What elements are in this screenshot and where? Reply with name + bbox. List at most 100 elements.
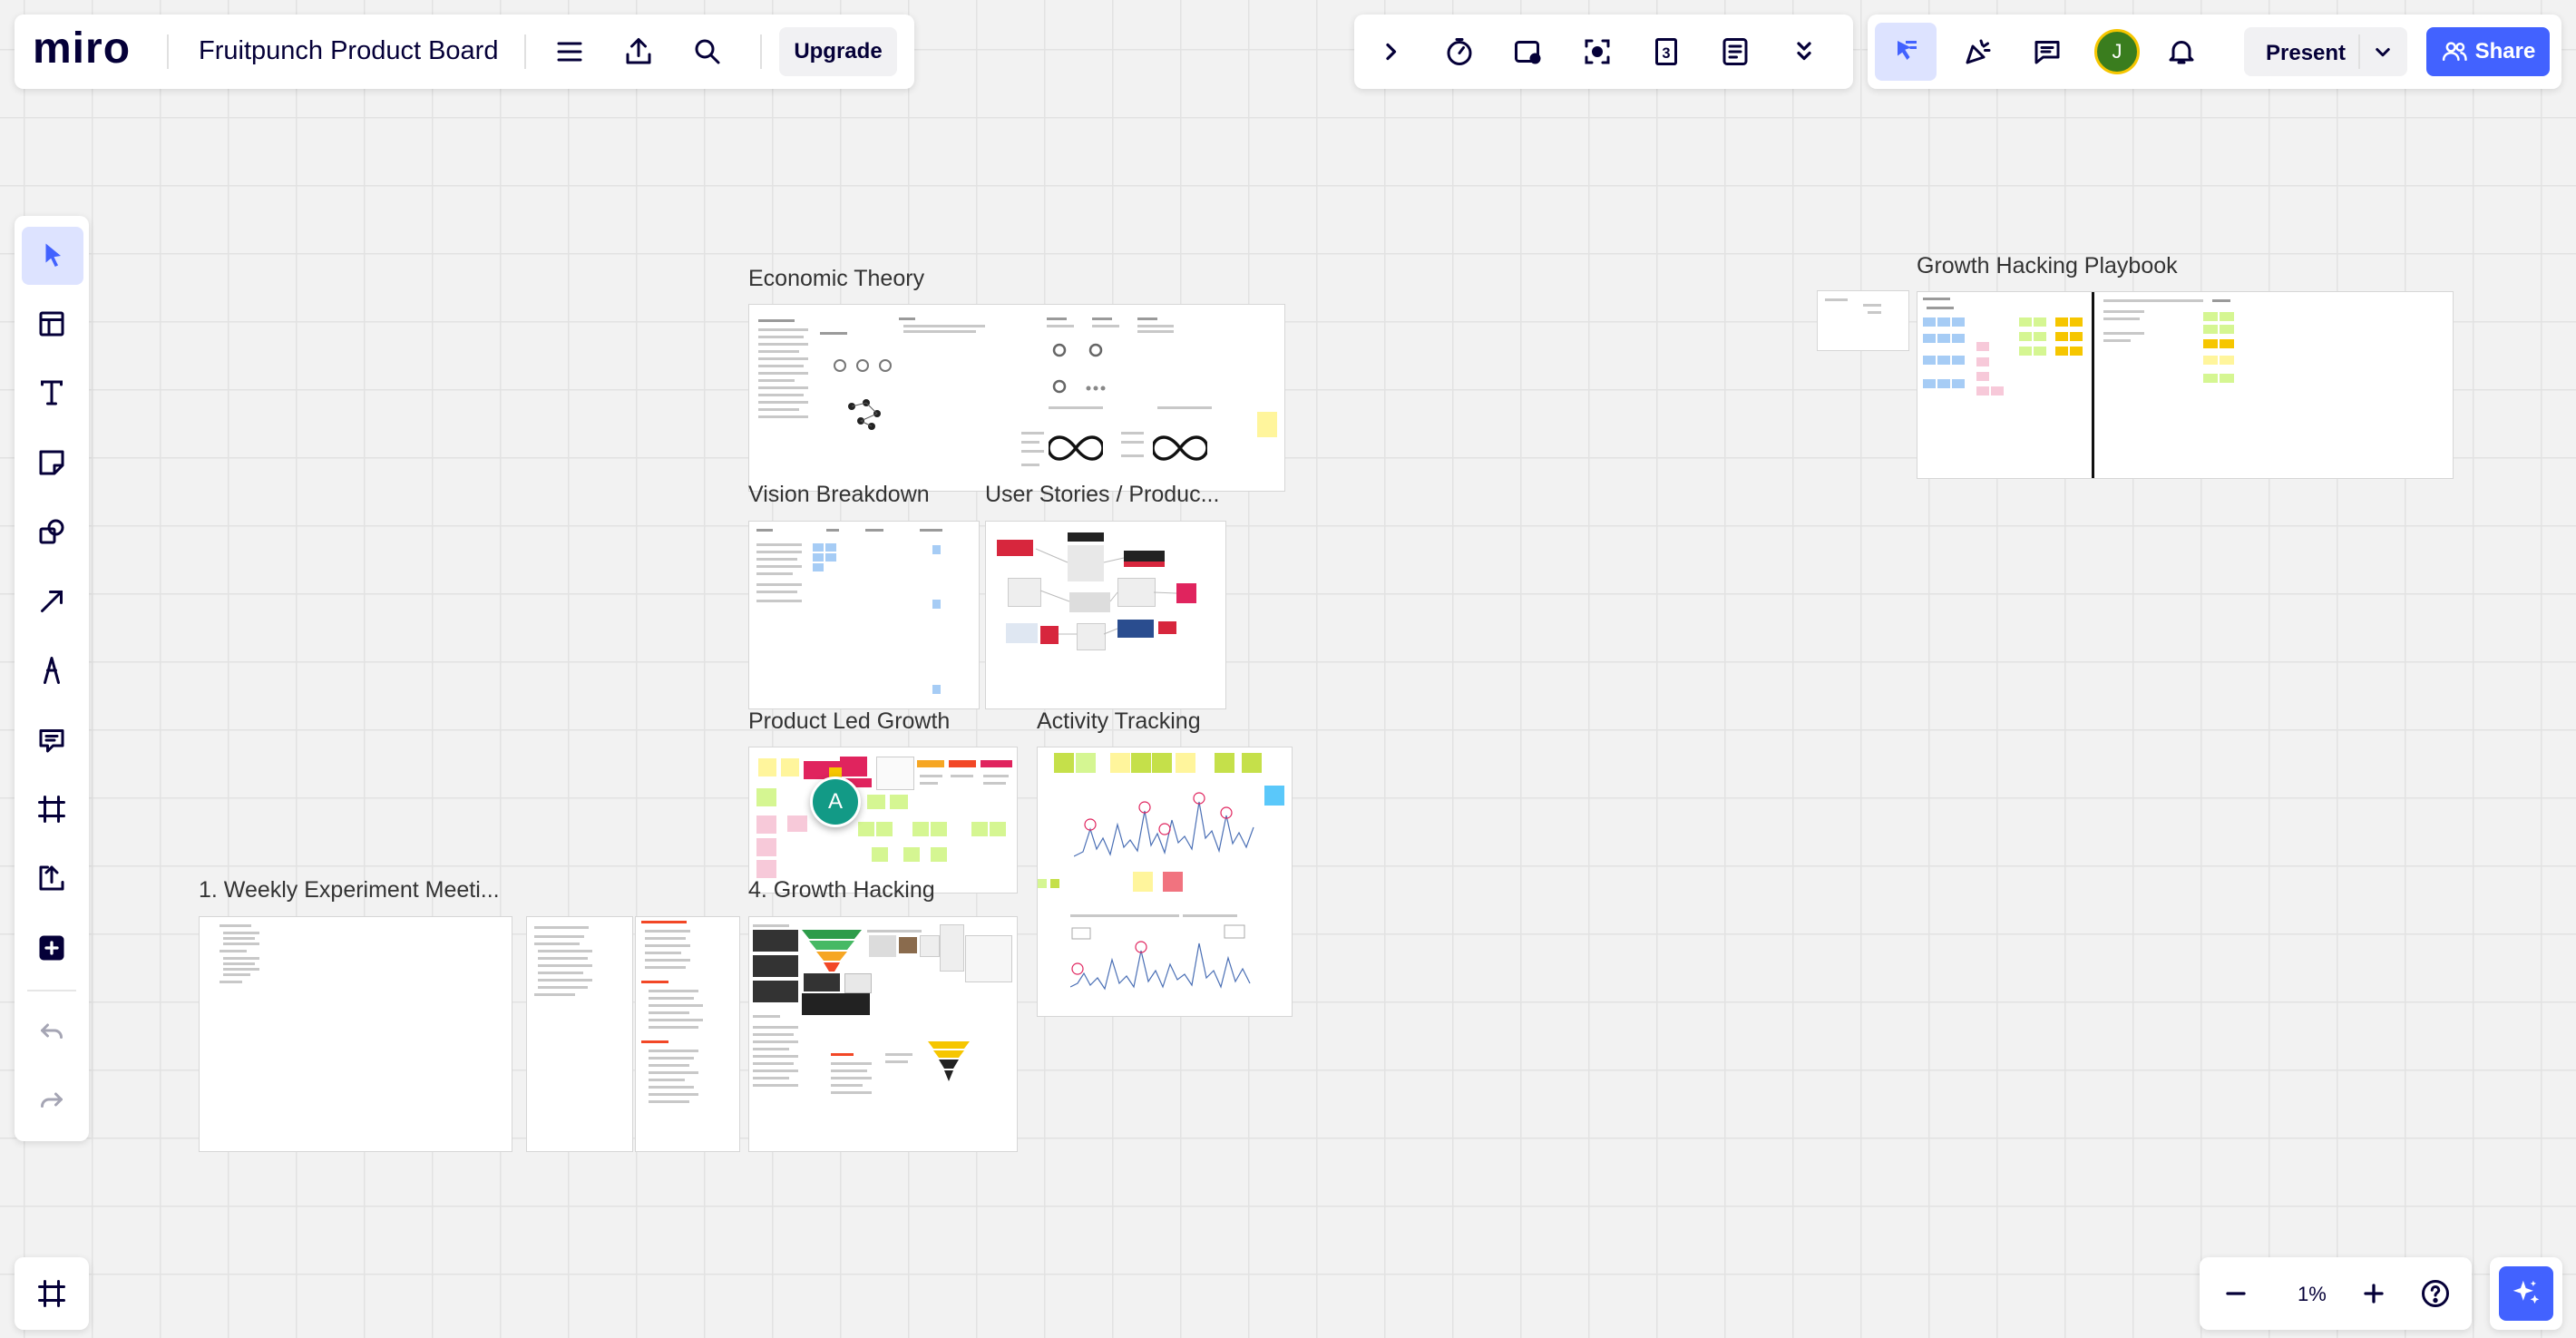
comments-button[interactable] (2020, 24, 2074, 79)
header-bar (831, 1053, 854, 1056)
text-line (753, 1055, 798, 1058)
frame-title-weekly-experiment[interactable]: 1. Weekly Experiment Meeti... (199, 877, 500, 903)
sticky-note-tool[interactable] (24, 435, 79, 490)
frame-weekly-experiment[interactable] (199, 916, 512, 1152)
sticky-note (825, 543, 836, 552)
zoom-out-button[interactable] (2209, 1266, 2263, 1321)
text-icon (41, 380, 63, 405)
sticky-note (1976, 357, 1989, 366)
zoom-level[interactable]: 1% (2298, 1283, 2327, 1306)
help-button[interactable] (2408, 1266, 2463, 1321)
notes-button[interactable] (1708, 24, 1762, 79)
text-line (649, 990, 698, 992)
text-line (645, 966, 686, 969)
miro-logo[interactable]: miro (33, 24, 131, 73)
sticky-note (1133, 872, 1153, 892)
text-line (903, 330, 976, 333)
frame-growth-hacking[interactable] (748, 916, 1018, 1152)
comment-tool[interactable] (24, 713, 79, 767)
frame-title-user-stories[interactable]: User Stories / Produc... (985, 482, 1219, 508)
text-tool[interactable] (24, 366, 79, 420)
frame-user-stories[interactable] (985, 521, 1226, 709)
timer-button[interactable] (1432, 24, 1487, 79)
frame-title-growth-hacking[interactable]: 4. Growth Hacking (748, 877, 935, 903)
text-line (649, 1057, 694, 1060)
more-apps-button[interactable] (24, 921, 79, 975)
sticky-note (2203, 356, 2218, 365)
menu-button[interactable] (542, 24, 597, 79)
text-line (920, 529, 942, 532)
templates-tool[interactable] (24, 297, 79, 351)
text-line (534, 993, 575, 996)
frame-weekly-experiment-log[interactable] (635, 916, 740, 1152)
sticky-note (971, 822, 988, 836)
frame-title-vision-breakdown[interactable]: Vision Breakdown (748, 482, 930, 508)
text-line (2103, 299, 2203, 302)
text-line (645, 959, 690, 962)
frames-panel-toggle[interactable] (15, 1257, 89, 1330)
video-button[interactable] (1501, 24, 1556, 79)
share-button[interactable]: Share (2426, 27, 2550, 76)
funnel-diagram (928, 1041, 970, 1081)
cursor-mode-button[interactable] (1875, 23, 1937, 81)
sticky-note (1937, 317, 1950, 327)
user-avatar[interactable]: J (2094, 29, 2140, 74)
more-tools-button[interactable] (1777, 24, 1831, 79)
sticky-note (2055, 332, 2068, 341)
frame-title-activity-tracking[interactable]: Activity Tracking (1037, 708, 1201, 735)
ai-assistant-button[interactable] (2499, 1266, 2553, 1321)
screenshot-thumb (804, 973, 840, 991)
upload-tool[interactable] (24, 851, 79, 905)
redo-button[interactable] (24, 1072, 79, 1127)
frame-activity-tracking[interactable] (1037, 747, 1293, 1017)
frame-growth-hacking-playbook[interactable] (1917, 291, 2454, 479)
text-line (645, 952, 681, 954)
bell-icon (2169, 41, 2194, 64)
export-button[interactable] (611, 24, 666, 79)
frame-vision-breakdown[interactable] (748, 521, 980, 709)
frame-product-led-growth[interactable] (748, 747, 1018, 894)
search-button[interactable] (680, 24, 735, 79)
zoom-in-button[interactable] (2347, 1266, 2401, 1321)
text-line (1047, 317, 1067, 320)
frame-title-growth-hacking-playbook[interactable]: Growth Hacking Playbook (1917, 253, 2178, 279)
text-line (223, 942, 259, 945)
text-line (758, 343, 808, 346)
sticky-note (781, 758, 799, 776)
header-bar (949, 760, 976, 767)
ai-assistant-panel (2490, 1257, 2562, 1330)
select-tool[interactable] (22, 227, 83, 285)
collapse-toolbar-button[interactable] (1363, 24, 1418, 79)
focus-button[interactable] (1570, 24, 1625, 79)
present-button[interactable]: Present (2244, 27, 2407, 76)
pen-tool[interactable] (24, 643, 79, 698)
frames-list-button[interactable] (24, 1266, 79, 1321)
frame-growth-hacking-playbook-preview[interactable] (1817, 290, 1909, 351)
sticky-note (1952, 379, 1965, 388)
frame-title-product-led-growth[interactable]: Product Led Growth (748, 708, 950, 735)
notifications-button[interactable] (2154, 24, 2209, 79)
text-line (649, 1064, 689, 1067)
counter-button[interactable]: 3 (1639, 24, 1693, 79)
frame-weekly-experiment-notes[interactable] (526, 916, 633, 1152)
sticky-note (1923, 317, 1936, 327)
text-line (831, 1062, 872, 1065)
shapes-tool[interactable] (24, 504, 79, 559)
focus-icon (1585, 39, 1610, 64)
sticky-note (2070, 347, 2083, 356)
zoom-in-icon (2364, 1284, 2384, 1304)
text-line (753, 1062, 794, 1065)
undo-button[interactable] (24, 1003, 79, 1058)
upgrade-button[interactable]: Upgrade (779, 27, 897, 76)
frame-tool[interactable] (24, 782, 79, 836)
menu-icon (557, 42, 582, 62)
arrow-tool[interactable] (24, 574, 79, 629)
header-bar (641, 981, 668, 983)
sticky-note (1991, 386, 2004, 396)
frame-economic-theory[interactable] (748, 304, 1285, 492)
chevron-down-icon[interactable] (2369, 38, 2396, 65)
board-title[interactable]: Fruitpunch Product Board (199, 36, 498, 66)
frame-title-economic-theory[interactable]: Economic Theory (748, 266, 924, 292)
text-line (649, 1100, 689, 1103)
reactions-button[interactable] (1951, 24, 2005, 79)
